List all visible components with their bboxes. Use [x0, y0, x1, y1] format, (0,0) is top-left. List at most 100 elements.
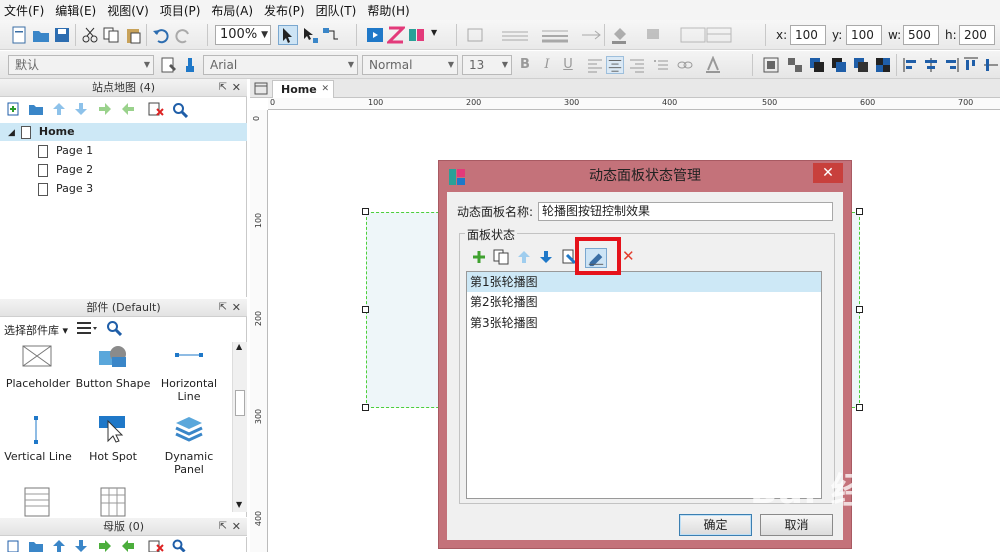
- menu-team[interactable]: 团队(T): [316, 2, 357, 19]
- dock-icon[interactable]: ⇱: [219, 299, 227, 317]
- y-input[interactable]: 100: [846, 25, 882, 45]
- align-right-objects-icon[interactable]: [942, 56, 960, 74]
- scroll-down-icon[interactable]: ▼: [236, 500, 242, 509]
- widget-library-select[interactable]: 选择部件库 ▾: [4, 322, 68, 338]
- add-folder-icon[interactable]: [28, 102, 44, 116]
- font-family-select[interactable]: Arial ▼: [203, 55, 358, 75]
- horizontal-line-icon[interactable]: [174, 351, 204, 359]
- font-weight-select[interactable]: Normal ▼: [362, 55, 458, 75]
- add-page-icon[interactable]: [6, 102, 20, 116]
- menu-icon[interactable]: [76, 321, 98, 335]
- dock-icon[interactable]: ⇱: [219, 518, 227, 536]
- w-input[interactable]: 500: [903, 25, 939, 45]
- scroll-up-icon[interactable]: ▲: [236, 342, 242, 351]
- new-file-icon[interactable]: [10, 26, 28, 44]
- move-down-icon[interactable]: [74, 102, 88, 116]
- resize-handle[interactable]: [362, 404, 369, 411]
- move-down-icon[interactable]: [74, 540, 88, 552]
- tree-item-page3[interactable]: Page 3: [0, 180, 247, 198]
- expand-arrow-icon[interactable]: ◢: [8, 128, 15, 138]
- table-widget-icon[interactable]: [24, 487, 50, 517]
- underline-button[interactable]: U: [561, 57, 575, 72]
- grid-widget-icon[interactable]: [100, 487, 126, 517]
- zoom-select[interactable]: 100% ▼: [215, 25, 271, 45]
- menu-edit[interactable]: 编辑(E): [55, 2, 96, 19]
- close-icon[interactable]: ✕: [321, 81, 329, 98]
- search-icon[interactable]: [172, 539, 186, 552]
- redo-icon[interactable]: [174, 26, 192, 44]
- widget-horizontal-line-label[interactable]: Horizontal Line: [149, 377, 229, 403]
- menu-help[interactable]: 帮助(H): [367, 2, 409, 19]
- format-painter-icon[interactable]: [160, 56, 178, 74]
- style-select[interactable]: 默认 ▼: [8, 55, 154, 75]
- indent-icon[interactable]: [98, 102, 112, 116]
- button-shape-icon[interactable]: [98, 343, 128, 369]
- tree-item-page1[interactable]: Page 1: [0, 142, 247, 160]
- add-master-icon[interactable]: [6, 540, 20, 552]
- align-center-icon[interactable]: [606, 56, 624, 74]
- select-pointer-icon[interactable]: [278, 25, 298, 45]
- menu-layout[interactable]: 布局(A): [211, 2, 253, 19]
- copy-icon[interactable]: [102, 26, 120, 44]
- vertical-line-icon[interactable]: [32, 415, 40, 445]
- move-up-icon[interactable]: [52, 540, 66, 552]
- ok-button[interactable]: 确定: [679, 514, 752, 536]
- indent-icon[interactable]: [98, 540, 112, 552]
- x-input[interactable]: 100: [790, 25, 826, 45]
- add-folder-icon[interactable]: [28, 540, 44, 552]
- publish-icon[interactable]: [408, 26, 426, 44]
- bring-front-icon[interactable]: [808, 56, 826, 74]
- connector-icon[interactable]: [322, 26, 340, 44]
- resize-handle[interactable]: [362, 208, 369, 215]
- search-icon[interactable]: [106, 320, 122, 336]
- save-icon[interactable]: [53, 26, 71, 44]
- outdent-icon[interactable]: [121, 102, 135, 116]
- close-button[interactable]: ✕: [813, 163, 843, 183]
- tab-home[interactable]: Home ✕: [272, 80, 334, 98]
- resize-handle[interactable]: [362, 306, 369, 313]
- move-up-icon[interactable]: [517, 250, 531, 264]
- widget-placeholder-label[interactable]: Placeholder: [0, 377, 78, 390]
- align-center-objects-icon[interactable]: [922, 56, 940, 74]
- cancel-button[interactable]: 取消: [760, 514, 833, 536]
- menu-project[interactable]: 项目(P): [160, 2, 201, 19]
- duplicate-state-icon[interactable]: [493, 249, 509, 265]
- hot-spot-icon[interactable]: [98, 415, 128, 443]
- search-icon[interactable]: [172, 102, 188, 118]
- align-middle-objects-icon[interactable]: [982, 56, 1000, 74]
- state-item[interactable]: 第2张轮播图: [467, 292, 821, 312]
- resize-handle[interactable]: [856, 306, 863, 313]
- placeholder-icon[interactable]: [22, 345, 52, 367]
- align-top-objects-icon[interactable]: [962, 56, 980, 74]
- widget-button-shape-label[interactable]: Button Shape: [73, 377, 153, 390]
- tree-item-page2[interactable]: Page 2: [0, 161, 247, 179]
- send-back-icon[interactable]: [874, 56, 892, 74]
- close-icon[interactable]: ✕: [232, 79, 241, 97]
- connector-pointer-icon[interactable]: [301, 26, 319, 44]
- move-down-icon[interactable]: [539, 250, 553, 264]
- align-left-objects-icon[interactable]: [902, 56, 920, 74]
- delete-state-icon[interactable]: ✕: [622, 247, 635, 265]
- state-item[interactable]: 第1张轮播图: [467, 272, 821, 292]
- group-icon[interactable]: [762, 56, 780, 74]
- menu-view[interactable]: 视图(V): [107, 2, 149, 19]
- scroll-thumb[interactable]: [235, 390, 245, 416]
- cut-icon[interactable]: [81, 26, 99, 44]
- delete-master-icon[interactable]: [148, 540, 164, 552]
- page-tabs-icon[interactable]: [254, 82, 268, 95]
- widgets-scrollbar[interactable]: ▲ ▼: [232, 342, 247, 512]
- dock-icon[interactable]: ⇱: [219, 79, 227, 97]
- brush-icon[interactable]: [181, 56, 199, 74]
- send-backward-icon[interactable]: [852, 56, 870, 74]
- dynamic-panel-icon[interactable]: [174, 415, 204, 443]
- menu-publish[interactable]: 发布(P): [264, 2, 305, 19]
- close-icon[interactable]: ✕: [232, 299, 241, 317]
- state-item[interactable]: 第3张轮播图: [467, 313, 821, 333]
- menu-file[interactable]: 文件(F): [4, 2, 44, 19]
- bold-button[interactable]: B: [518, 57, 532, 72]
- undo-icon[interactable]: [152, 26, 170, 44]
- resize-handle[interactable]: [856, 208, 863, 215]
- bring-forward-icon[interactable]: [830, 56, 848, 74]
- italic-button[interactable]: I: [540, 57, 554, 72]
- move-up-icon[interactable]: [52, 102, 66, 116]
